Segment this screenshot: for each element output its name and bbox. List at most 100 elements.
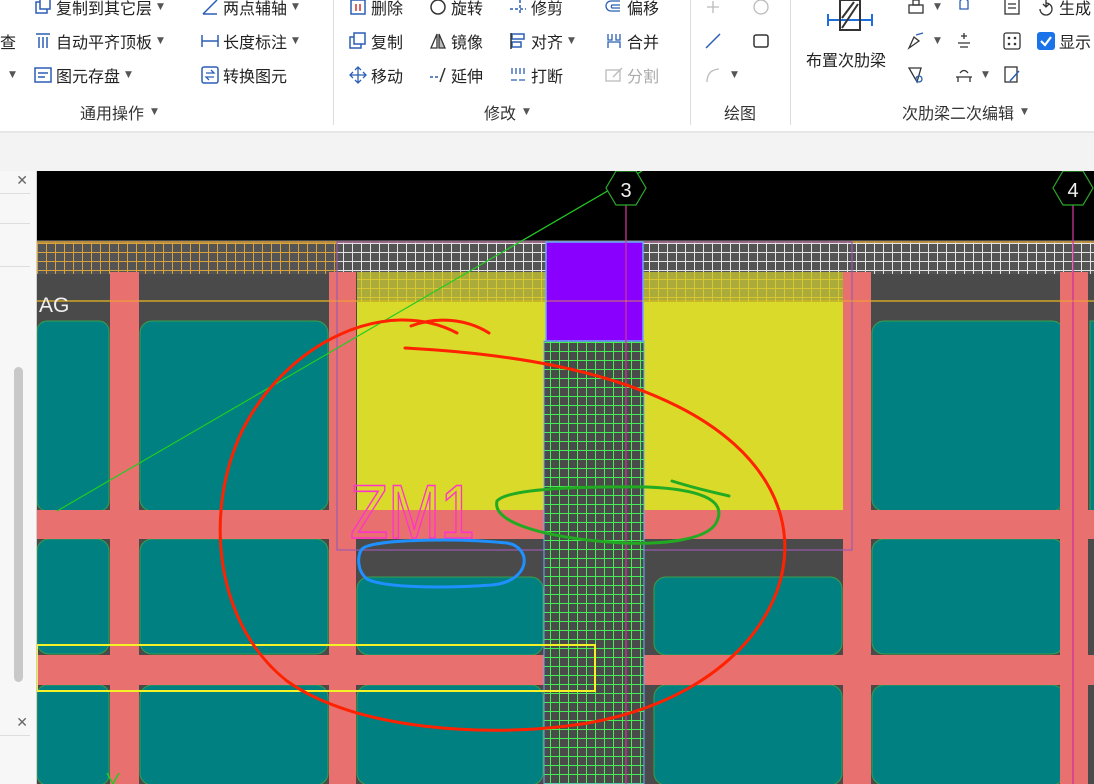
bulb-icon xyxy=(954,0,974,17)
line-icon xyxy=(703,31,723,51)
split-button[interactable]: 分割 xyxy=(604,62,659,88)
secondary-rib-icon xyxy=(824,0,876,40)
chevron-down-icon: ▼ xyxy=(157,2,164,12)
two-point-axis-button[interactable]: 两点辅轴 ▼ xyxy=(200,0,299,20)
secondary-rib-tool-7[interactable] xyxy=(906,62,929,88)
secondary-rib-tool-8[interactable]: ▼ xyxy=(954,62,989,88)
split-label: 分割 xyxy=(627,67,660,86)
group-label-modify[interactable]: 修改 ▼ xyxy=(484,99,530,125)
trim-button[interactable]: 修剪 xyxy=(508,0,563,20)
split-icon xyxy=(604,65,624,85)
draw-arc-button[interactable]: ▼ xyxy=(703,62,738,88)
panel-scrollbar[interactable] xyxy=(14,367,23,682)
offset-button[interactable]: 偏移 xyxy=(604,0,659,20)
cad-drawing-canvas[interactable]: 3 4 AG ZM1 xyxy=(37,171,1094,784)
auto-flush-top-label: 自动平齐顶板 xyxy=(56,33,153,52)
draw-point-button[interactable] xyxy=(703,0,726,20)
axis-label-3: 3 xyxy=(620,180,631,202)
two-point-axis-icon xyxy=(200,0,220,17)
extend-icon xyxy=(428,65,448,85)
slab-panel xyxy=(871,684,1065,784)
element-archive-button[interactable]: 图元存盘 ▼ xyxy=(33,62,132,88)
slab-panel xyxy=(37,684,110,784)
place-secondary-rib-button[interactable]: 布置次肋梁 xyxy=(806,0,896,80)
draw-circle-button[interactable] xyxy=(751,0,774,20)
secondary-rib-tool-6[interactable] xyxy=(1002,28,1025,54)
chevron-down-icon: ▼ xyxy=(292,2,299,12)
partial-dropdown[interactable]: ▼ xyxy=(4,62,16,88)
draw-line-button[interactable] xyxy=(703,28,726,54)
circle-icon xyxy=(751,0,771,17)
copy-layer-icon xyxy=(33,0,53,17)
break-button[interactable]: 打断 xyxy=(508,62,563,88)
dimension-icon xyxy=(200,31,220,51)
secondary-rib-tool-2[interactable] xyxy=(954,0,977,20)
select-icon xyxy=(906,65,926,85)
copy-icon xyxy=(348,31,368,51)
partial-item-label: 查 xyxy=(0,33,17,52)
chevron-down-icon: ▼ xyxy=(292,36,299,46)
slab-panel xyxy=(653,684,843,784)
modify-label: 修改 xyxy=(484,104,517,123)
slab-panel xyxy=(1089,320,1094,512)
show-checkbox[interactable]: 显示 xyxy=(1036,28,1091,54)
panel-divider xyxy=(0,266,30,267)
align-label: 对齐 xyxy=(531,33,564,52)
auto-flush-top-button[interactable]: 自动平齐顶板 ▼ xyxy=(33,28,164,54)
slab-panel xyxy=(871,320,1065,512)
copy-button[interactable]: 复制 xyxy=(348,28,403,54)
delete-button[interactable]: 删除 xyxy=(348,0,403,20)
draw-rectangle-button[interactable] xyxy=(751,28,774,54)
chevron-down-icon: ▼ xyxy=(568,36,575,46)
secondary-rib-tool-4[interactable]: ▼ xyxy=(906,28,941,54)
secondary-rib-tool-5[interactable] xyxy=(954,28,977,54)
slab-panel xyxy=(356,684,544,784)
extend-button[interactable]: 延伸 xyxy=(428,62,483,88)
rotate-icon xyxy=(428,0,448,17)
group-label-general[interactable]: 通用操作 ▼ xyxy=(80,99,158,125)
offset-icon xyxy=(604,0,624,17)
rectangle-icon xyxy=(751,31,771,51)
mirror-icon xyxy=(428,31,448,51)
slab-panel xyxy=(356,576,544,656)
extend-label: 延伸 xyxy=(451,67,484,86)
secondary-rib-tool-3[interactable] xyxy=(1002,0,1025,20)
close-icon[interactable]: ✕ xyxy=(16,174,28,188)
rotate-button[interactable]: 旋转 xyxy=(428,0,483,20)
convert-icon xyxy=(200,65,220,85)
merge-label: 合并 xyxy=(627,33,660,52)
chevron-down-icon: ▼ xyxy=(731,70,738,80)
slab-panel xyxy=(37,320,110,512)
axis-label-4: 4 xyxy=(1067,180,1078,202)
chevron-down-icon: ▼ xyxy=(523,107,530,117)
length-dimension-button[interactable]: 长度标注 ▼ xyxy=(200,28,299,54)
convert-element-button[interactable]: 转换图元 xyxy=(200,62,287,88)
group-label-secondary-rib[interactable]: 次肋梁二次编辑 ▼ xyxy=(902,99,1028,125)
arch-icon xyxy=(954,65,974,85)
sparkle-icon xyxy=(954,31,974,51)
beam-mesh-band xyxy=(37,242,337,274)
generate-button[interactable]: 生成 xyxy=(1036,0,1091,20)
ribbon-toolbar: 查 ▼ 复制到其它层 ▼ 两点辅轴 ▼ 自动平齐顶板 ▼ 长度标注 ▼ 图元存盘… xyxy=(0,0,1094,132)
align-button[interactable]: 对齐 ▼ xyxy=(508,28,575,54)
two-point-axis-label: 两点辅轴 xyxy=(223,0,288,18)
rotate-label: 旋转 xyxy=(451,0,484,18)
length-dimension-label: 长度标注 xyxy=(223,33,288,52)
copy-to-other-layer-button[interactable]: 复制到其它层 ▼ xyxy=(33,0,164,20)
move-button[interactable]: 移动 xyxy=(348,62,403,88)
list-icon xyxy=(1002,0,1022,17)
chevron-down-icon: ▼ xyxy=(151,107,158,117)
panel-divider xyxy=(0,735,30,736)
close-icon[interactable]: ✕ xyxy=(16,716,28,730)
chevron-down-icon: ▼ xyxy=(157,36,164,46)
mirror-button[interactable]: 镜像 xyxy=(428,28,483,54)
secondary-rib-tool-9[interactable] xyxy=(1002,62,1025,88)
slab-panel xyxy=(139,538,329,655)
merge-button[interactable]: 合并 xyxy=(604,28,659,54)
ribbon-partial-item[interactable]: 查 xyxy=(0,28,16,54)
move-icon xyxy=(348,65,368,85)
secondary-rib-tool-1[interactable]: ▼ xyxy=(906,0,941,20)
grid-dots-icon xyxy=(1002,31,1022,51)
mirror-label: 镜像 xyxy=(451,33,484,52)
place-secondary-rib-label: 布置次肋梁 xyxy=(806,51,887,70)
